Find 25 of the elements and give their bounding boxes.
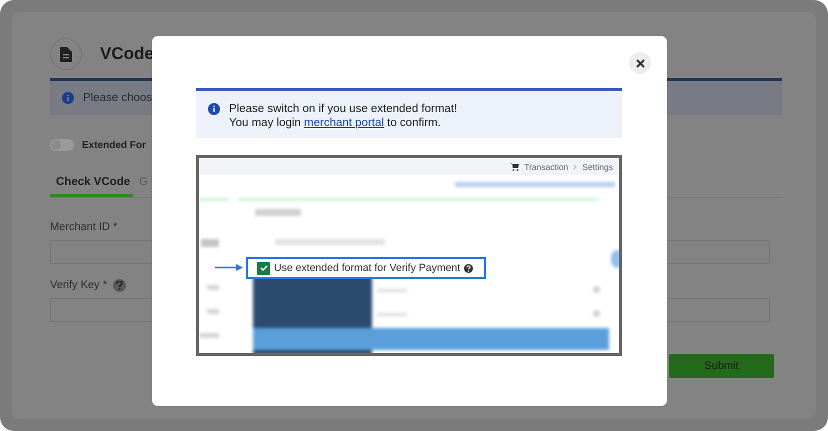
cart-icon — [510, 162, 520, 170]
notice-text: You may login merchant portal to confirm. — [229, 116, 442, 130]
breadcrumb-item: Settings — [582, 162, 613, 172]
checkbox[interactable] — [257, 262, 270, 274]
check-icon — [260, 265, 268, 271]
toggle-label: Extended For — [82, 140, 146, 150]
help-icon[interactable] — [112, 278, 126, 292]
info-icon — [62, 92, 74, 104]
info-icon — [208, 103, 220, 115]
merchant-portal-link[interactable]: merchant portal — [304, 117, 384, 129]
field-label: Merchant ID * — [50, 221, 118, 233]
field-label: Verify Key * — [50, 279, 107, 291]
document-icon — [60, 46, 72, 62]
submit-button[interactable]: Submit — [669, 354, 774, 378]
tab[interactable]: Check VCode — [50, 171, 134, 197]
notice-text: Please switch on if you use extended format! — [229, 102, 458, 116]
close-icon — [636, 58, 644, 68]
info-text: Please choos — [83, 92, 152, 104]
page-title: VCode — [100, 44, 154, 64]
chevron-right-icon — [573, 164, 578, 170]
checkbox-label: Use extended format for Verify Payment — [274, 262, 460, 274]
arrow-icon — [215, 264, 243, 271]
breadcrumb-item: Transaction — [524, 162, 568, 172]
close-button[interactable] — [629, 52, 651, 74]
help-icon — [464, 264, 474, 272]
